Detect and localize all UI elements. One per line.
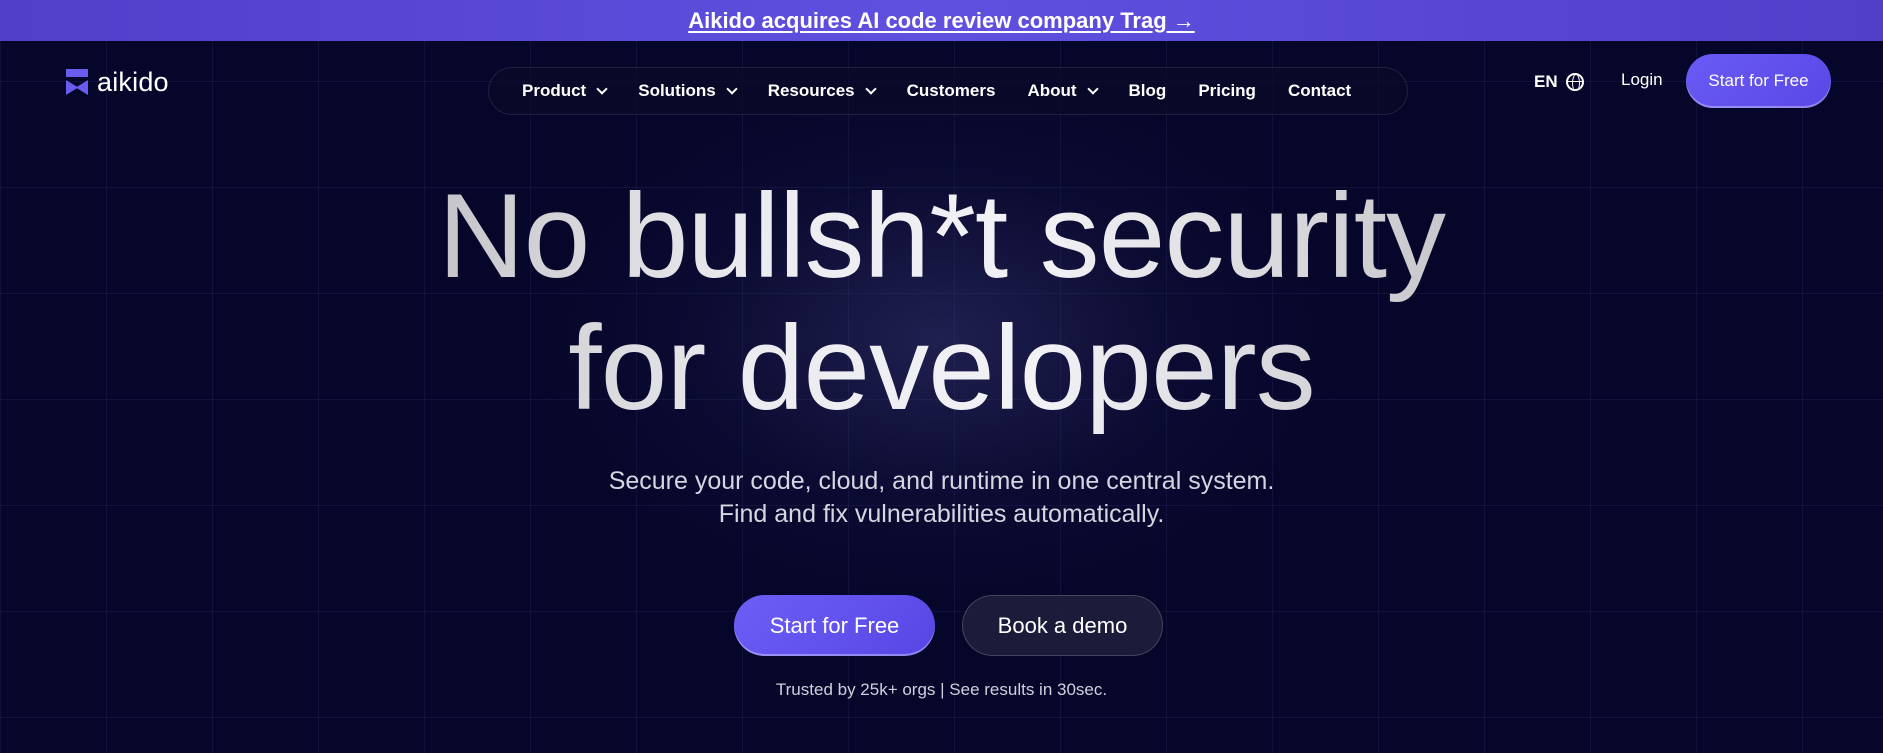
language-label: EN (1534, 72, 1558, 91)
nav-item-contact[interactable]: Contact (1288, 81, 1351, 101)
nav-item-label: Product (522, 81, 587, 100)
language-selector[interactable]: EN (1534, 70, 1584, 94)
nav-item-resources[interactable]: Resources (767, 81, 877, 101)
main-nav: Product Solutions Resources Customers Ab… (488, 67, 1408, 115)
headline-line-1: No bullsh*t security (437, 169, 1446, 303)
hero-start-free-button[interactable]: Start for Free (734, 595, 935, 656)
globe-icon (1565, 73, 1584, 91)
announcement-bar: Aikido acquires AI code review company T… (0, 0, 1883, 41)
nav-item-pricing[interactable]: Pricing (1198, 81, 1256, 101)
nav-item-label: Pricing (1198, 81, 1256, 100)
logo[interactable]: aikido (66, 67, 169, 97)
nav-item-product[interactable]: Product (522, 81, 608, 101)
chevron-down-icon (1086, 83, 1099, 95)
logo-text: aikido (97, 66, 169, 97)
nav-item-label: Customers (906, 81, 996, 100)
headline-line-2: for developers (568, 301, 1315, 435)
nav-item-customers[interactable]: Customers (907, 81, 996, 101)
hero-headline: No bullsh*t security for developers (0, 170, 1883, 434)
hero-subheadline: Secure your code, cloud, and runtime in … (0, 465, 1883, 531)
nav-item-label: About (1027, 81, 1077, 100)
trust-text: Trusted by 25k+ orgs | See results in 30… (775, 680, 1108, 699)
chevron-down-icon (726, 83, 738, 95)
nav-item-label: Contact (1287, 81, 1352, 100)
nav-item-label: Resources (767, 81, 855, 100)
chevron-down-icon (596, 83, 608, 95)
nav-item-about[interactable]: About (1027, 81, 1099, 101)
book-demo-button[interactable]: Book a demo (962, 595, 1163, 656)
login-link[interactable]: Login (1621, 70, 1663, 90)
announcement-link[interactable]: Aikido acquires AI code review company T… (688, 8, 1195, 34)
chevron-down-icon (864, 83, 877, 95)
nav-item-label: Solutions (638, 81, 716, 100)
aikido-logo-icon (66, 69, 88, 95)
nav-item-solutions[interactable]: Solutions (638, 81, 738, 101)
nav-item-blog[interactable]: Blog (1129, 81, 1167, 101)
subheadline-line-2: Find and fix vulnerabilities automatical… (718, 500, 1165, 528)
subheadline-line-1: Secure your code, cloud, and runtime in … (608, 467, 1275, 495)
header-start-free-button[interactable]: Start for Free (1686, 54, 1831, 108)
nav-item-label: Blog (1128, 81, 1167, 100)
